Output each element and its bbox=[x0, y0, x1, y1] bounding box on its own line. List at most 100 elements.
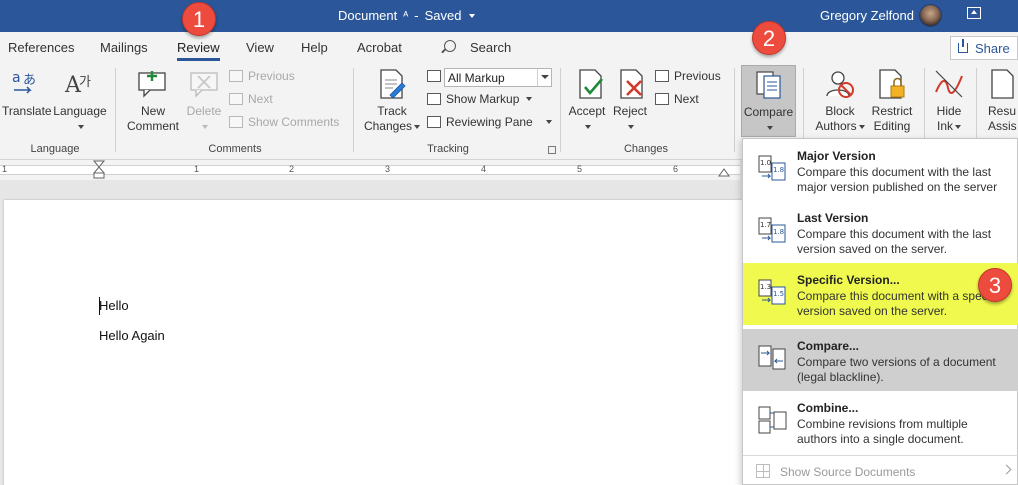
paragraph[interactable]: Hello Again bbox=[99, 328, 165, 343]
previous-change-button[interactable]: Previous bbox=[655, 69, 721, 83]
avatar[interactable] bbox=[919, 4, 942, 27]
menu-item-title: Specific Version... bbox=[797, 273, 900, 287]
tab-review[interactable]: Review bbox=[177, 40, 220, 61]
block-authors-button[interactable]: Block Authors bbox=[812, 104, 868, 134]
chevron-down-icon bbox=[766, 125, 773, 130]
compare-icon bbox=[756, 71, 781, 99]
track-changes-button[interactable]: Track Changes bbox=[360, 104, 424, 134]
chevron-down-icon bbox=[585, 124, 591, 129]
svg-text:1.3: 1.3 bbox=[760, 283, 771, 291]
word-window: Document ᴬ - Saved Gregory Zelfond Refer… bbox=[0, 0, 1018, 485]
chevron-down-icon bbox=[858, 124, 865, 129]
show-comments-button[interactable]: Show Comments bbox=[229, 115, 339, 129]
reject-icon bbox=[620, 69, 643, 99]
delete-comment-icon bbox=[190, 72, 218, 98]
markup-display-select[interactable]: All Markup bbox=[444, 68, 552, 87]
tab-mailings[interactable]: Mailings bbox=[100, 40, 148, 55]
share-button[interactable]: Share bbox=[950, 36, 1018, 60]
document-title[interactable]: Document ᴬ - Saved bbox=[338, 8, 476, 23]
menu-item-title: Last Version bbox=[797, 211, 869, 225]
ribbon-tabs: References Mailings Review View Help Acr… bbox=[0, 32, 1018, 62]
menu-item-combine[interactable]: Combine... Combine revisions from multip… bbox=[743, 391, 1018, 453]
dialog-launcher-icon[interactable] bbox=[548, 146, 556, 154]
divider bbox=[353, 68, 354, 152]
tab-references[interactable]: References bbox=[8, 40, 74, 55]
right-indent-marker-icon[interactable] bbox=[718, 166, 730, 178]
combine-docs-icon bbox=[758, 406, 787, 434]
divider bbox=[734, 68, 735, 152]
next-change-button[interactable]: Next bbox=[655, 92, 699, 106]
user-name[interactable]: Gregory Zelfond bbox=[820, 8, 914, 23]
horizontal-ruler[interactable]: 1 1 2 3 4 5 6 bbox=[0, 160, 740, 180]
resume-assistant-icon bbox=[991, 69, 1014, 99]
search-icon[interactable] bbox=[444, 40, 456, 52]
step-callout-2: 2 bbox=[752, 21, 786, 55]
accept-button[interactable]: Accept bbox=[564, 104, 610, 134]
chevron-down-icon bbox=[526, 97, 533, 101]
translate-icon: a あ bbox=[12, 70, 36, 94]
new-comment-button[interactable]: New Comment bbox=[124, 104, 182, 134]
menu-item-title: Compare... bbox=[797, 339, 860, 353]
menu-item-description: Compare this document with the last majo… bbox=[797, 165, 998, 194]
menu-item-title: Combine... bbox=[797, 401, 859, 415]
next-comment-button[interactable]: Next bbox=[229, 92, 273, 106]
svg-text:あ: あ bbox=[23, 73, 36, 88]
chevron-down-icon bbox=[78, 124, 84, 129]
next-change-icon bbox=[655, 93, 669, 105]
paragraph[interactable]: Hello bbox=[99, 298, 129, 313]
indent-marker-icon[interactable] bbox=[93, 160, 105, 180]
chevron-down-icon bbox=[628, 124, 634, 129]
tab-acrobat[interactable]: Acrobat bbox=[357, 40, 402, 55]
chevron-right-icon bbox=[1001, 464, 1012, 475]
reviewing-pane-button[interactable]: Reviewing Pane bbox=[427, 115, 552, 129]
specific-version-icon: 1.3 1.5 bbox=[758, 279, 786, 305]
compare-button[interactable]: Compare bbox=[741, 65, 796, 137]
chevron-down-icon bbox=[545, 120, 552, 124]
markup-display-icon bbox=[427, 70, 441, 82]
hide-ink-button[interactable]: Hide Ink bbox=[926, 104, 972, 134]
translate-button[interactable]: Translate bbox=[2, 104, 52, 119]
restrict-editing-icon bbox=[879, 69, 905, 99]
svg-text:1.8: 1.8 bbox=[773, 228, 784, 236]
previous-comment-icon bbox=[229, 70, 243, 82]
svg-text:1.7: 1.7 bbox=[760, 221, 771, 229]
accept-icon bbox=[579, 69, 603, 99]
document-page[interactable]: Hello Hello Again bbox=[4, 200, 742, 485]
language-button[interactable]: Language bbox=[52, 104, 108, 134]
chevron-down-icon bbox=[469, 13, 476, 18]
menu-item-major-version[interactable]: 1.0 1.8 Major Version Compare this docum… bbox=[743, 139, 1018, 201]
tab-help[interactable]: Help bbox=[301, 40, 328, 55]
search-box[interactable]: Search bbox=[470, 40, 511, 55]
source-documents-icon bbox=[756, 464, 770, 478]
reject-button[interactable]: Reject bbox=[608, 104, 652, 134]
track-changes-icon bbox=[380, 69, 406, 99]
delete-comment-button[interactable]: Delete bbox=[180, 104, 228, 134]
svg-text:1.5: 1.5 bbox=[773, 290, 784, 298]
chevron-down-icon bbox=[537, 69, 551, 86]
chevron-down-icon bbox=[414, 124, 421, 129]
menu-item-last-version[interactable]: 1.7 1.8 Last Version Compare this docume… bbox=[743, 201, 1018, 263]
svg-text:1.0: 1.0 bbox=[760, 159, 771, 167]
previous-comment-button[interactable]: Previous bbox=[229, 69, 295, 83]
tab-view[interactable]: View bbox=[246, 40, 274, 55]
show-source-documents-item[interactable]: Show Source Documents bbox=[743, 457, 1018, 485]
menu-item-description: Compare this document with a specific ve… bbox=[797, 289, 1003, 318]
show-markup-button[interactable]: Show Markup bbox=[427, 92, 533, 106]
menu-item-compare[interactable]: Compare... Compare two versions of a doc… bbox=[743, 329, 1018, 391]
editors-icon: ᴬ bbox=[403, 9, 409, 22]
step-callout-1: 1 bbox=[182, 2, 216, 36]
document-area[interactable]: Hello Hello Again bbox=[0, 180, 742, 485]
restrict-editing-button[interactable]: Restrict Editing bbox=[866, 104, 918, 134]
menu-item-description: Combine revisions from multiple authors … bbox=[797, 417, 968, 446]
last-version-icon: 1.7 1.8 bbox=[758, 217, 786, 243]
step-callout-3: 3 bbox=[978, 268, 1012, 302]
resume-assistant-button[interactable]: Resu Assis bbox=[988, 104, 1018, 134]
menu-item-specific-version[interactable]: 1.3 1.5 Specific Version... Compare this… bbox=[743, 263, 1018, 325]
doc-name: Document bbox=[338, 8, 398, 23]
svg-text:a: a bbox=[12, 70, 21, 86]
block-authors-icon bbox=[826, 71, 854, 98]
previous-change-icon bbox=[655, 70, 669, 82]
ribbon-display-options-icon[interactable] bbox=[967, 7, 981, 19]
divider bbox=[743, 455, 1018, 456]
changes-group-label: Changes bbox=[623, 143, 669, 155]
